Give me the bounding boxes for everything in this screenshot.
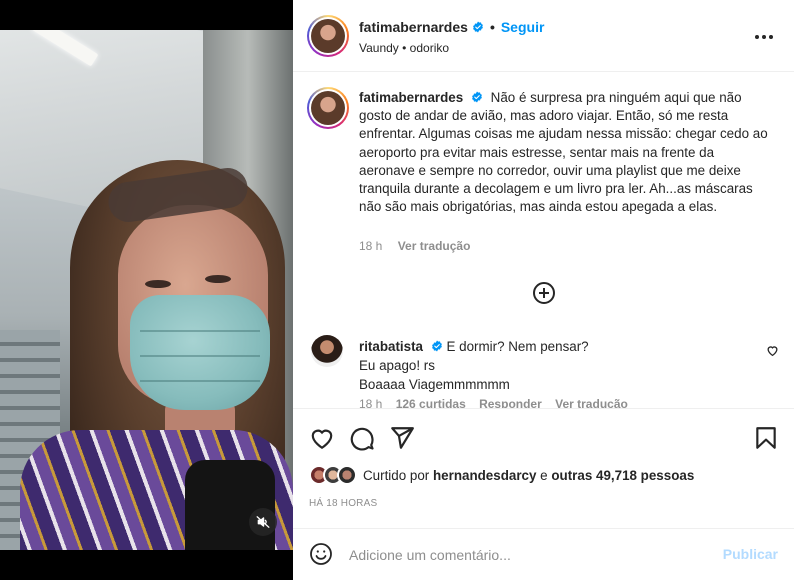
liker-avatar[interactable] [337,465,357,485]
caption-meta: 18 h Ver tradução [359,239,470,253]
caption-see-translation-link[interactable]: Ver tradução [398,239,471,253]
comment-age: 18 h [359,397,383,408]
audio-label[interactable]: Vaundy • odoriko [359,41,449,55]
post-header: fatimabernardes • Seguir Vaundy • odorik… [293,0,794,72]
verified-badge-icon [472,21,483,33]
commenter-username[interactable]: ritabatista [359,339,423,354]
post-timestamp[interactable]: HÁ 18 HORAS [309,498,377,509]
more-options-icon[interactable] [752,27,776,47]
likes-text: Curtido por hernandesdarcy e outras 49,7… [363,468,694,483]
mask-fold [140,355,260,357]
video-person-eye-left [145,280,171,288]
mask-fold [140,380,260,382]
likes-prefix: Curtido por [363,467,430,483]
verified-badge-icon [431,340,442,352]
add-comment-bar: Publicar [293,528,794,580]
video-person-eye-right [205,275,231,283]
speaker-muted-icon [256,516,270,528]
save-bookmark-icon[interactable] [753,425,779,451]
mask-fold [140,330,260,332]
comment-reply-button[interactable]: Responder [479,397,542,408]
author-username[interactable]: fatimabernardes [359,19,468,35]
likes-conjunction: e [540,467,548,483]
comment-input[interactable] [349,544,709,566]
post-panel: fatimabernardes • Seguir Vaundy • odorik… [293,0,794,580]
comments-section[interactable]: fatimabernardes Não é surpresa pra ningu… [293,73,794,408]
caption-body: Não é surpresa pra ninguém aqui que não … [359,90,768,215]
video-person-top [185,460,275,550]
likes-others-link[interactable]: outras 49,718 pessoas [551,468,694,483]
comment-bubble-icon[interactable] [349,425,375,451]
publish-comment-button[interactable]: Publicar [723,546,778,562]
post-video[interactable] [0,30,293,550]
post-actions: Curtido por hernandesdarcy e outras 49,7… [293,408,794,528]
commenter-avatar[interactable] [311,335,343,367]
caption-author-username[interactable]: fatimabernardes [359,90,463,105]
share-send-icon[interactable] [389,425,415,451]
likes-summary: Curtido por hernandesdarcy e outras 49,7… [309,465,694,485]
separator-dot: • [489,19,495,35]
author-avatar[interactable] [307,15,349,57]
liker-username-link[interactable]: hernandesdarcy [433,468,536,483]
caption-author-avatar[interactable] [307,87,349,129]
mute-button[interactable] [249,508,277,536]
header-user-row: fatimabernardes • Seguir [359,19,544,35]
follow-button[interactable]: Seguir [501,19,545,35]
video-person-face-mask [130,295,270,410]
caption-text-block: fatimabernardes Não é surpresa pra ningu… [359,89,769,216]
load-more-comments-icon[interactable] [532,281,556,305]
post-media[interactable] [0,0,293,580]
comment-text-block: ritabatista E dormir? Nem pensar? Eu apa… [359,337,739,394]
comment-likes-link[interactable]: 126 curtidas [396,397,466,408]
comment-see-translation-link[interactable]: Ver tradução [555,397,628,408]
like-heart-icon[interactable] [309,425,335,451]
emoji-smiley-icon[interactable] [309,542,333,566]
comment-like-heart-icon[interactable] [766,344,779,357]
caption-age: 18 h [359,239,383,253]
comment-meta: 18 h 126 curtidas Responder Ver tradução [359,397,628,408]
verified-badge-icon [471,91,482,103]
